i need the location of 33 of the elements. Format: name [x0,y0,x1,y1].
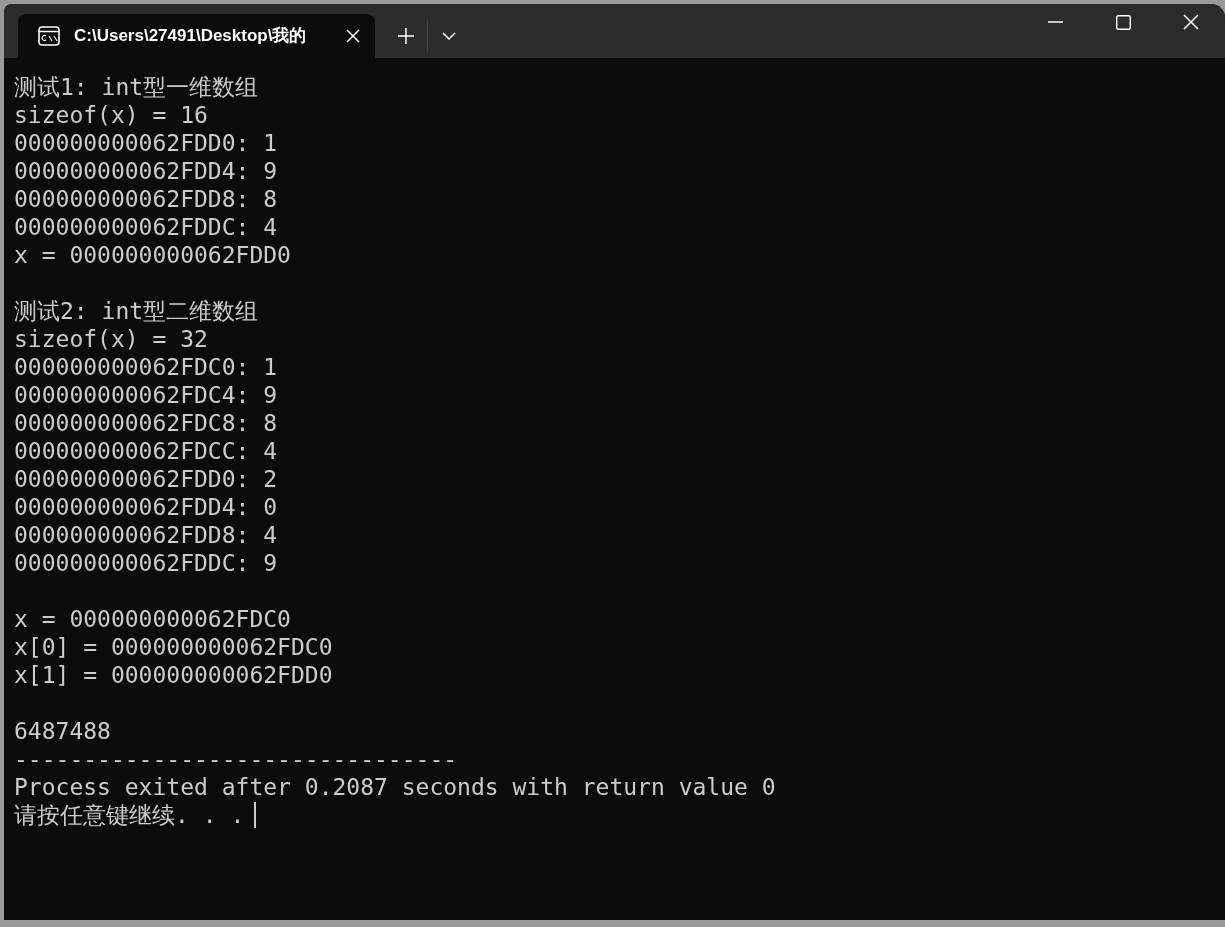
output-line: -------------------------------- [14,745,458,773]
close-icon [1183,14,1199,30]
output-line: 000000000062FDC8: 8 [14,409,278,437]
output-line: 000000000062FDD0: 1 [14,129,278,157]
output-line: 测试2: int型二维数组 [14,297,259,325]
plus-icon [398,28,414,44]
output-line: 测试1: int型一维数组 [14,73,259,101]
terminal-icon [38,26,60,46]
output-line: 000000000062FDC0: 1 [14,353,278,381]
output-line: x[1] = 000000000062FDD0 [14,661,333,689]
output-line: 000000000062FDD4: 9 [14,157,278,185]
output-line: 000000000062FDD8: 4 [14,521,278,549]
output-line: x = 000000000062FDD0 [14,241,291,269]
maximize-icon [1115,14,1131,30]
minimize-icon [1047,21,1063,23]
output-line: x[0] = 000000000062FDC0 [14,633,333,661]
output-line: 000000000062FDD4: 0 [14,493,278,521]
output-line: 000000000062FDDC: 9 [14,549,278,577]
output-line: 000000000062FDD8: 8 [14,185,278,213]
output-line: 请按任意键继续. . . [14,801,245,829]
chevron-down-icon [442,32,456,40]
terminal-tab[interactable]: C:\Users\27491\Desktop\我的 [18,14,375,58]
output-line: Process exited after 0.2087 seconds with return value 0 [14,773,776,801]
output-line: sizeof(x) = 32 [14,325,208,353]
close-icon [346,29,360,43]
output-line: 000000000062FDD0: 2 [14,465,278,493]
output-line: x = 000000000062FDC0 [14,605,291,633]
output-line: sizeof(x) = 16 [14,101,208,129]
output-line: 000000000062FDC4: 9 [14,381,278,409]
tab-title: C:\Users\27491\Desktop\我的 [74,25,308,48]
output-line: 000000000062FDDC: 4 [14,213,278,241]
output-line: 000000000062FDCC: 4 [14,437,278,465]
output-line: 6487488 [14,717,111,745]
